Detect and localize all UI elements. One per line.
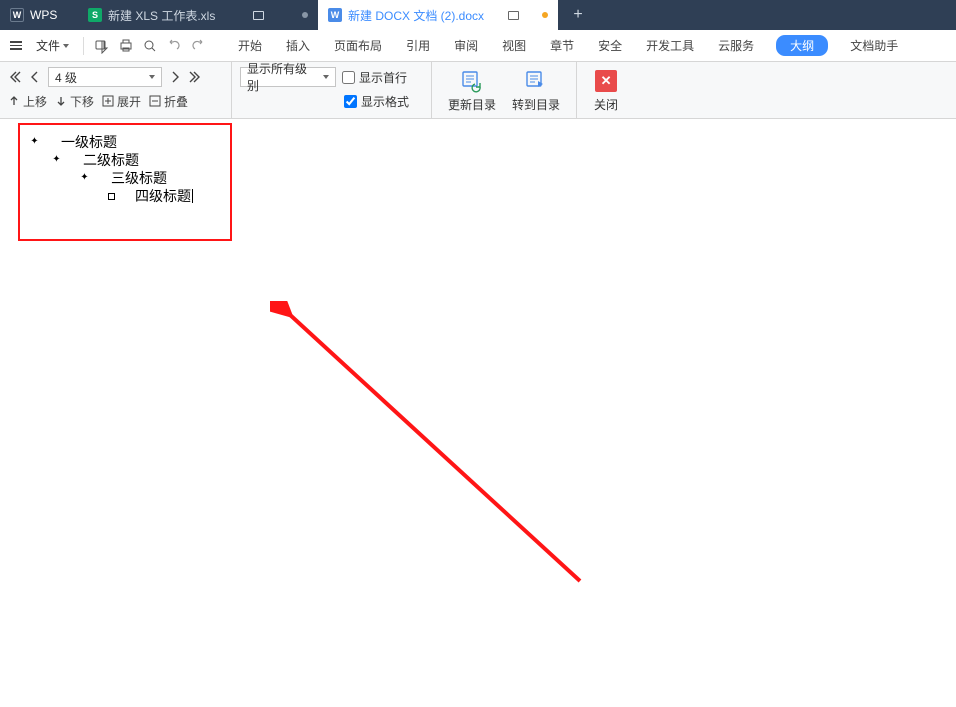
toc-group: 更新目录 转到目录 (432, 62, 577, 118)
demote-button[interactable] (168, 70, 182, 84)
update-toc-icon (459, 68, 485, 94)
expand-marker-icon: ✦ (52, 156, 61, 165)
move-up-button[interactable]: 上移 (8, 93, 47, 110)
tab-wps[interactable]: W WPS (0, 0, 78, 30)
move-down-label: 下移 (70, 93, 94, 110)
annotation-arrow (270, 301, 600, 601)
show-level-value: 显示所有级别 (247, 60, 317, 94)
expand-button[interactable]: 展开 (102, 93, 141, 110)
tab-file-docx-label: 新建 DOCX 文档 (2).docx (348, 7, 484, 24)
menu-bar: 文件 开始 插入 页面布局 引用 审阅 视图 章节 安全 开发工具 云服务 大纲… (0, 30, 956, 62)
file-menu-label: 文件 (36, 37, 60, 54)
goto-toc-label: 转到目录 (512, 96, 560, 113)
outline-level-group: 4 级 上移 下移 展开 (0, 62, 232, 118)
docx-file-icon: W (328, 8, 342, 22)
show-format-input[interactable] (344, 95, 357, 108)
tab-file-xls[interactable]: S 新建 XLS 工作表.xls (78, 0, 318, 30)
move-down-button[interactable]: 下移 (55, 93, 94, 110)
update-toc-button[interactable]: 更新目录 (440, 66, 504, 115)
title-tab-bar: W WPS S 新建 XLS 工作表.xls W 新建 DOCX 文档 (2).… (0, 0, 956, 30)
outline-item-h2[interactable]: ✦ 二级标题 (30, 151, 193, 169)
ribbon-tab-insert[interactable]: 插入 (284, 33, 312, 58)
close-label: 关闭 (594, 96, 618, 113)
quick-preview-icon[interactable] (140, 36, 160, 56)
ribbon-tab-devtools[interactable]: 开发工具 (644, 33, 696, 58)
promote-double-button[interactable] (8, 70, 22, 84)
text-cursor (192, 189, 193, 203)
show-format-label: 显示格式 (361, 93, 409, 110)
outline-item-h3[interactable]: ✦ 三级标题 (30, 169, 193, 187)
promote-button[interactable] (28, 70, 42, 84)
tab-add-button[interactable]: + (558, 0, 598, 30)
close-outline-button[interactable]: ✕ 关闭 (585, 66, 627, 115)
demote-double-button[interactable] (188, 70, 202, 84)
show-firstline-input[interactable] (342, 71, 355, 84)
show-level-select[interactable]: 显示所有级别 (240, 67, 336, 87)
plus-icon: + (573, 6, 582, 24)
outline-h3-text: 三级标题 (111, 169, 167, 187)
outline-item-h1[interactable]: ✦ 一级标题 (30, 133, 193, 151)
update-toc-label: 更新目录 (448, 96, 496, 113)
window-indicator-icon (508, 11, 519, 20)
goto-toc-icon (523, 68, 549, 94)
separator (83, 37, 84, 55)
collapse-label: 折叠 (164, 93, 188, 110)
unsaved-dot-icon (542, 12, 548, 18)
outline-tree: ✦ 一级标题 ✦ 二级标题 ✦ 三级标题 四级标题 (30, 133, 193, 205)
show-firstline-label: 显示首行 (359, 69, 407, 86)
ribbon-tab-chapter[interactable]: 章节 (548, 33, 576, 58)
level-select[interactable]: 4 级 (48, 67, 162, 87)
expand-marker-icon: ✦ (30, 138, 39, 147)
move-up-label: 上移 (23, 93, 47, 110)
ribbon-tab-security[interactable]: 安全 (596, 33, 624, 58)
close-group: ✕ 关闭 (577, 62, 635, 118)
chevron-down-icon (149, 75, 155, 79)
unsaved-dot-icon (302, 12, 308, 18)
goto-toc-button[interactable]: 转到目录 (504, 66, 568, 115)
show-group: 显示所有级别 显示首行 显示格式 (232, 62, 432, 118)
quick-open-icon[interactable] (92, 36, 112, 56)
file-menu[interactable]: 文件 (30, 34, 75, 57)
level-select-value: 4 级 (55, 69, 77, 86)
outline-h2-text: 二级标题 (83, 151, 139, 169)
hamburger-icon[interactable] (6, 37, 26, 54)
tab-file-xls-label: 新建 XLS 工作表.xls (108, 7, 215, 24)
expand-marker-icon: ✦ (80, 174, 89, 183)
document-area[interactable]: ✦ 一级标题 ✦ 二级标题 ✦ 三级标题 四级标题 (0, 119, 956, 707)
outline-h4-text: 四级标题 (135, 187, 191, 205)
leaf-marker-icon (108, 193, 115, 200)
ribbon-tab-references[interactable]: 引用 (404, 33, 432, 58)
ribbon-tab-view[interactable]: 视图 (500, 33, 528, 58)
quick-undo-icon[interactable] (164, 36, 184, 56)
collapse-button[interactable]: 折叠 (149, 93, 188, 110)
ribbon-tab-cloud[interactable]: 云服务 (716, 33, 756, 58)
expand-label: 展开 (117, 93, 141, 110)
outline-item-h4[interactable]: 四级标题 (30, 187, 193, 205)
tab-wps-label: WPS (30, 8, 57, 22)
quick-print-icon[interactable] (116, 36, 136, 56)
outline-h1-text: 一级标题 (61, 133, 117, 151)
outline-toolbar: 4 级 上移 下移 展开 (0, 62, 956, 119)
ribbon-tab-pagelayout[interactable]: 页面布局 (332, 33, 384, 58)
ribbon-tab-outline[interactable]: 大纲 (776, 35, 828, 56)
ribbon-tab-home[interactable]: 开始 (236, 33, 264, 58)
tab-file-docx[interactable]: W 新建 DOCX 文档 (2).docx (318, 0, 558, 30)
ribbon-tab-dochelper[interactable]: 文档助手 (848, 33, 900, 58)
quick-redo-icon[interactable] (188, 36, 208, 56)
chevron-down-icon (63, 44, 69, 48)
close-icon: ✕ (593, 68, 619, 94)
window-indicator-icon (253, 11, 264, 20)
wps-logo-icon: W (10, 8, 24, 22)
xls-file-icon: S (88, 8, 102, 22)
chevron-down-icon (323, 75, 329, 79)
show-format-checkbox[interactable]: 显示格式 (344, 93, 409, 110)
ribbon-tab-review[interactable]: 审阅 (452, 33, 480, 58)
ribbon-tabs: 开始 插入 页面布局 引用 审阅 视图 章节 安全 开发工具 云服务 大纲 文档… (236, 33, 900, 58)
show-firstline-checkbox[interactable]: 显示首行 (342, 69, 407, 86)
